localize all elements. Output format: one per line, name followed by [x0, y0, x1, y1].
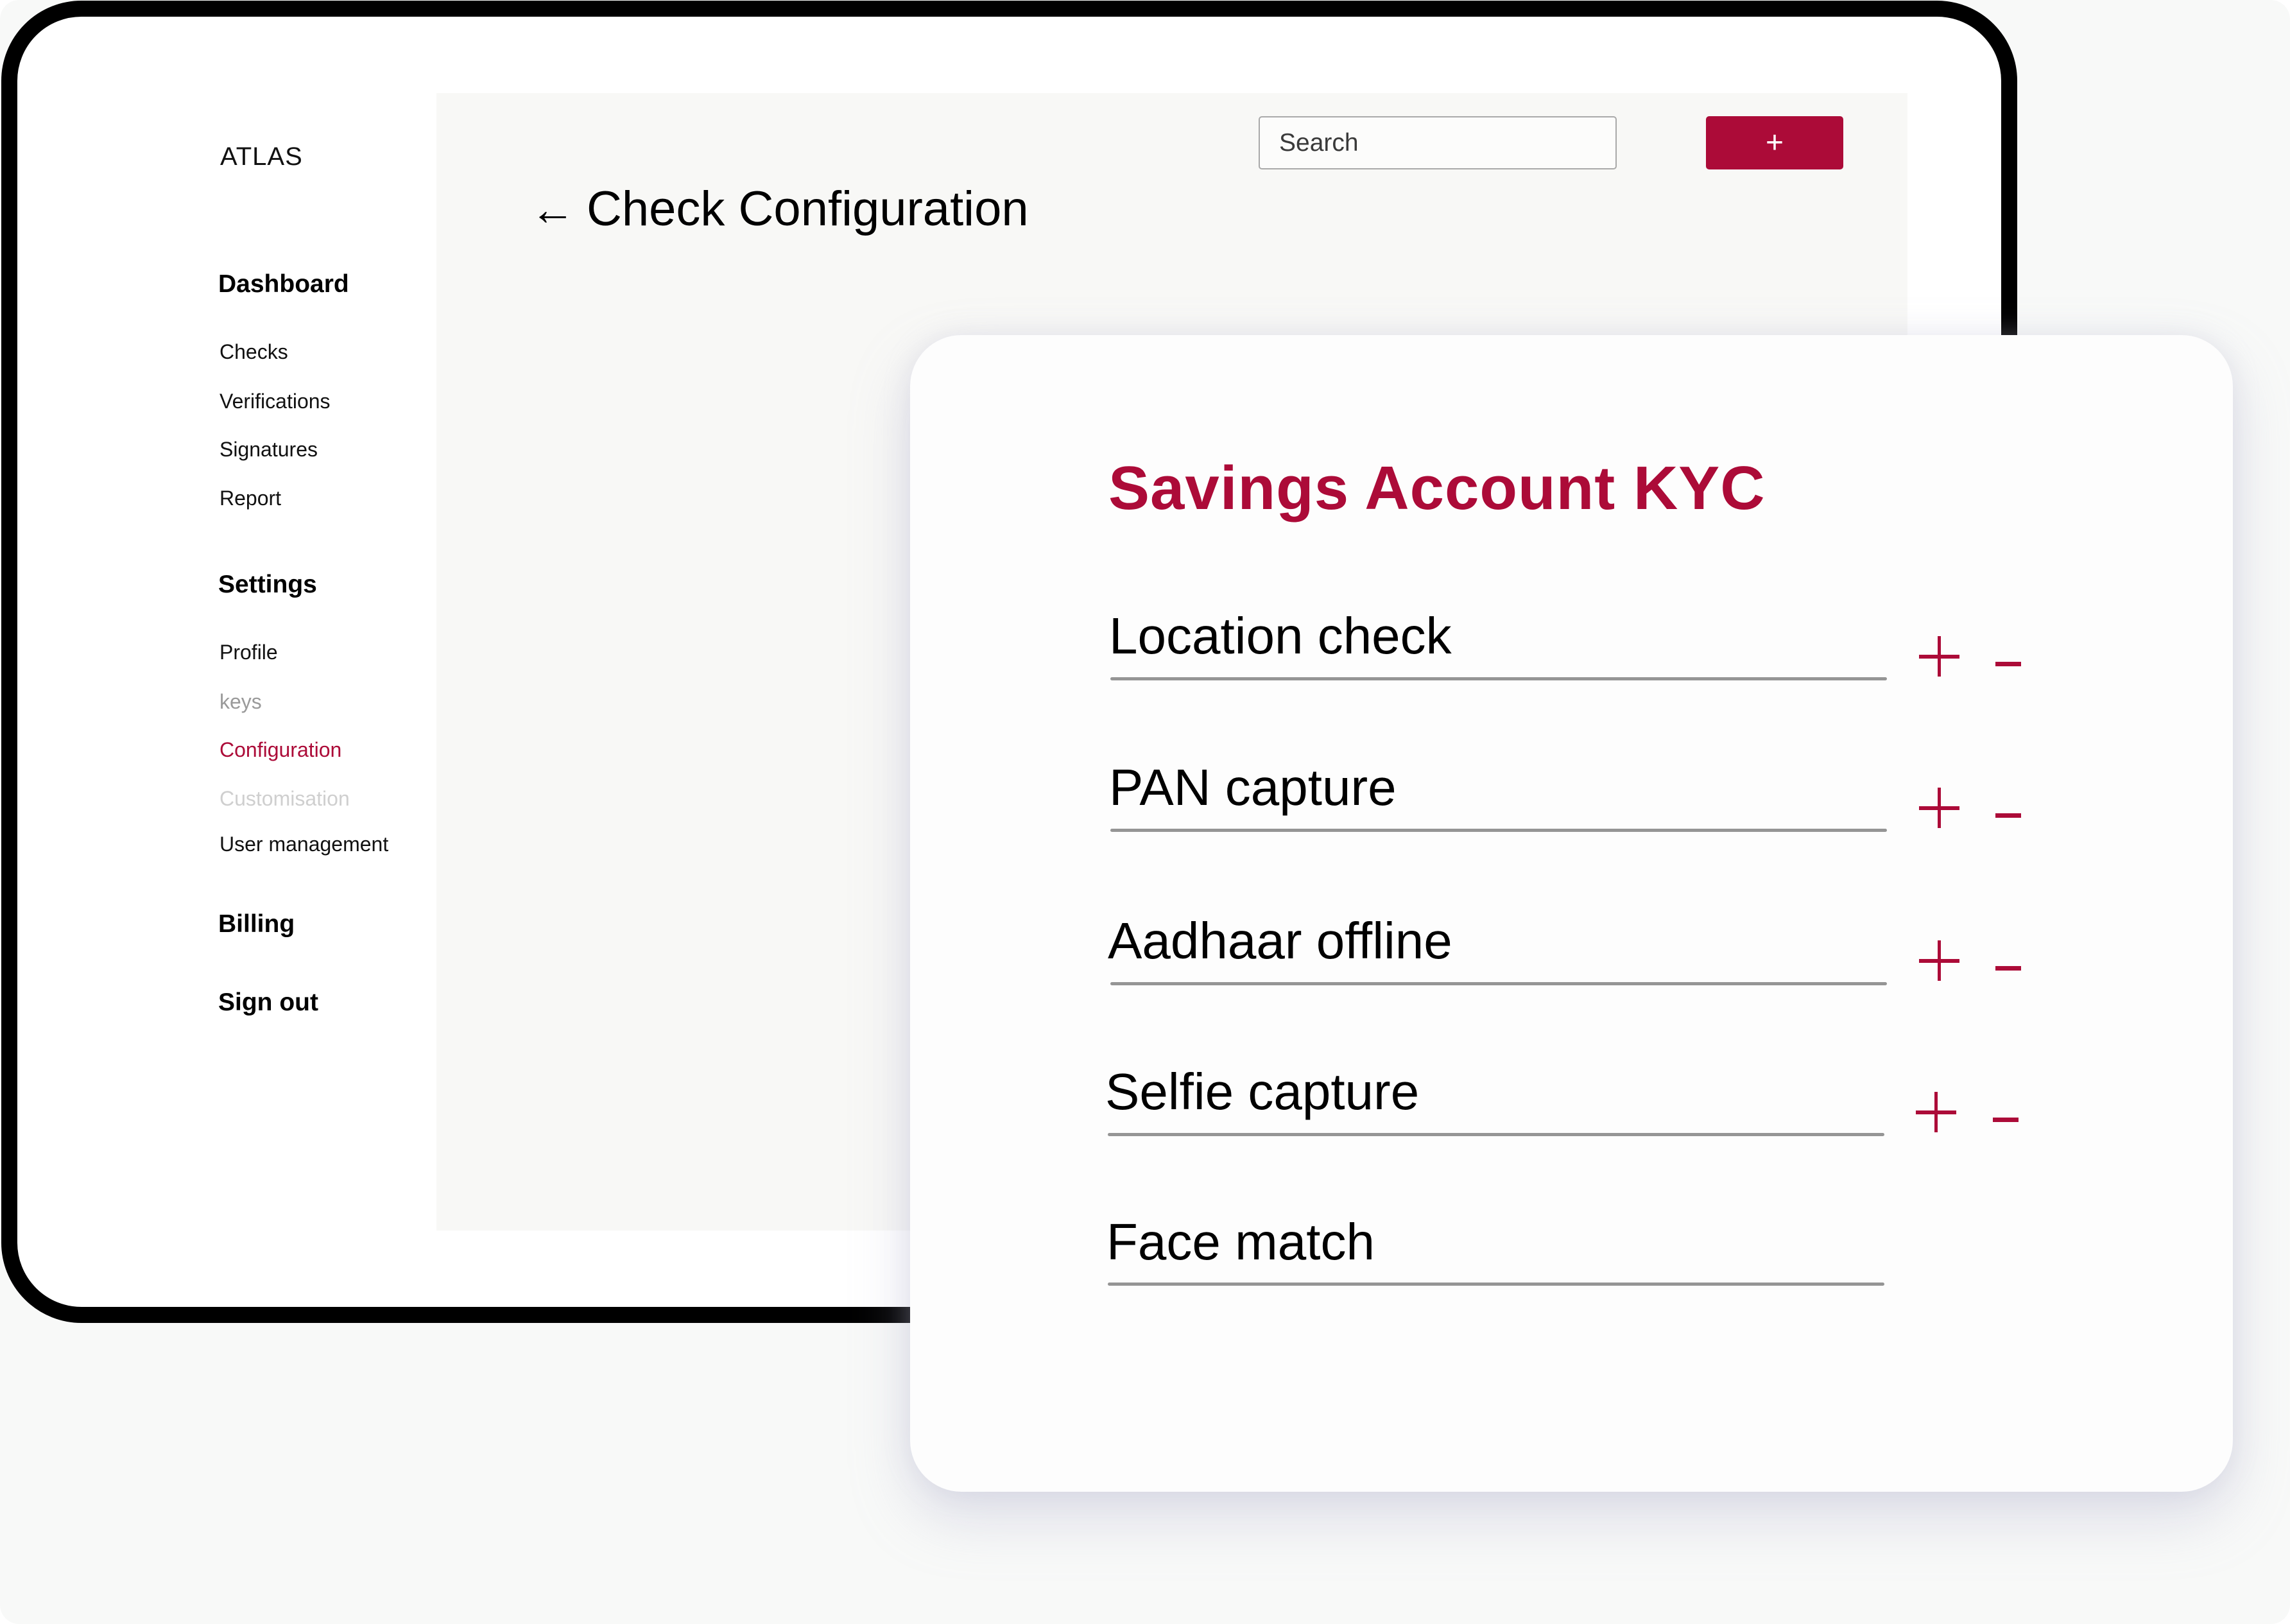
search-box[interactable] [1259, 116, 1617, 169]
sidebar-item-verifications[interactable]: Verifications [220, 390, 331, 413]
check-label: Aadhaar offline [1108, 912, 1452, 969]
add-button[interactable]: + [1706, 116, 1843, 169]
sidebar-item-signatures[interactable]: Signatures [220, 438, 318, 462]
check-underline [1108, 1283, 1884, 1286]
sidebar-item-configuration[interactable]: Configuration [220, 738, 341, 762]
arrow-left-icon[interactable]: ← [530, 184, 575, 235]
sidebar-heading-settings[interactable]: Settings [218, 571, 317, 599]
sidebar-item-user-management[interactable]: User management [220, 833, 388, 856]
plus-icon[interactable] [1919, 940, 1959, 981]
page-title-text: Check Configuration [587, 182, 1029, 236]
sidebar-item-report[interactable]: Report [220, 487, 281, 510]
page-title: ← Check Configuration [530, 181, 1029, 237]
check-underline [1110, 829, 1887, 832]
check-underline [1110, 677, 1887, 680]
sidebar-item-keys[interactable]: keys [220, 690, 262, 714]
plus-icon[interactable] [1919, 788, 1959, 828]
check-label: Selfie capture [1105, 1063, 1420, 1120]
sidebar-item-profile[interactable]: Profile [220, 641, 278, 664]
minus-icon[interactable] [1995, 962, 2021, 974]
plus-icon[interactable] [1916, 1092, 1956, 1132]
app-logo: ATLAS [220, 143, 303, 171]
check-label: Location check [1109, 607, 1452, 664]
card-title: Savings Account KYC [1108, 454, 1766, 523]
minus-icon[interactable] [1995, 809, 2021, 822]
check-underline [1108, 1133, 1884, 1136]
search-input[interactable] [1260, 117, 1607, 169]
sidebar-item-sign-out[interactable]: Sign out [218, 989, 318, 1017]
minus-icon[interactable] [1995, 657, 2021, 670]
sidebar-item-customisation[interactable]: Customisation [220, 787, 350, 811]
sidebar-item-billing[interactable]: Billing [218, 910, 295, 938]
check-label: Face match [1106, 1213, 1375, 1270]
sidebar-item-checks[interactable]: Checks [220, 340, 288, 364]
plus-icon[interactable] [1919, 636, 1959, 677]
sidebar-heading-dashboard[interactable]: Dashboard [218, 270, 349, 298]
minus-icon[interactable] [1993, 1113, 2019, 1126]
check-underline [1110, 982, 1887, 985]
check-label: PAN capture [1109, 759, 1397, 816]
